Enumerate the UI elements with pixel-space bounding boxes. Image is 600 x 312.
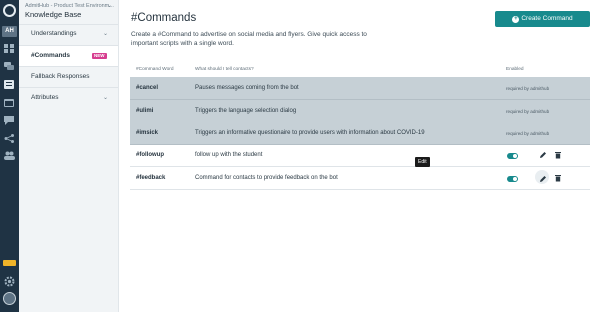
- chevron-down-icon[interactable]: ⌄: [107, 2, 112, 9]
- org-name[interactable]: AdmitHub - Product Test Environm...: [25, 3, 114, 9]
- create-command-button[interactable]: + Create Command: [495, 11, 590, 27]
- command-word: #feedback: [136, 175, 166, 181]
- create-command-label: Create Command: [521, 15, 573, 22]
- workspace-badge[interactable]: AH: [2, 26, 17, 37]
- table-row[interactable]: #imsick Triggers an informative question…: [130, 122, 590, 145]
- chat-bubble-logo-icon[interactable]: [3, 4, 16, 17]
- chevron-down-icon[interactable]: ⌄: [103, 88, 108, 108]
- sidebar-item-commands[interactable]: #Commands NEW: [19, 46, 118, 66]
- trash-icon[interactable]: [554, 174, 562, 182]
- command-word: #followup: [136, 152, 164, 158]
- table-header: #Command Word What should I tell contact…: [130, 66, 590, 76]
- knowledge-base-icon[interactable]: [4, 80, 15, 89]
- conversations-icon[interactable]: [4, 62, 15, 71]
- section-title: Knowledge Base: [25, 10, 82, 19]
- knowledge-base-sidebar: AdmitHub - Product Test Environm... ⌄ Kn…: [19, 0, 119, 312]
- table-row[interactable]: #feedback Command for contacts to provid…: [130, 167, 590, 190]
- command-description: Triggers the language selection dialog: [195, 108, 297, 114]
- edit-tooltip: Edit: [415, 157, 430, 167]
- chevron-down-icon[interactable]: ⌄: [103, 24, 108, 44]
- status-text: required by admithub: [506, 109, 550, 114]
- trash-icon[interactable]: [554, 151, 562, 159]
- icon-rail: AH: [0, 0, 19, 312]
- command-word: #cancel: [136, 85, 159, 91]
- plus-icon: +: [512, 16, 520, 23]
- column-header-what: What should I tell contacts?: [195, 67, 254, 72]
- gear-icon[interactable]: [4, 274, 15, 287]
- command-description: Pauses messages coming from the bot: [195, 85, 299, 91]
- page-title: #Commands: [131, 12, 197, 24]
- dashboard-icon[interactable]: [4, 44, 15, 53]
- sidebar-item-understandings[interactable]: Understandings ⌄: [19, 24, 118, 44]
- table-row[interactable]: #cancel Pauses messages coming from the …: [130, 77, 590, 100]
- enabled-toggle[interactable]: [507, 153, 518, 159]
- avatar[interactable]: [3, 292, 16, 305]
- new-badge: NEW: [92, 53, 107, 59]
- messages-icon[interactable]: [4, 116, 15, 125]
- sidebar-item-label: Understandings: [31, 30, 77, 37]
- command-word: #imsick: [136, 130, 159, 136]
- sidebar-item-fallback-responses[interactable]: Fallback Responses: [19, 67, 118, 87]
- column-header-enabled: Enabled: [506, 67, 524, 72]
- command-description: Triggers an informative questionaire to …: [195, 130, 425, 136]
- command-word: #ulimi: [136, 108, 154, 114]
- sidebar-item-label: #Commands: [31, 52, 71, 59]
- status-text: required by admithub: [506, 86, 550, 91]
- calendar-icon[interactable]: [4, 98, 15, 107]
- sidebar-item-attributes[interactable]: Attributes ⌄: [19, 88, 118, 108]
- table-row[interactable]: #followup follow up with the student: [130, 144, 590, 167]
- edit-pencil-icon[interactable]: [539, 151, 547, 159]
- table-row[interactable]: #ulimi Triggers the language selection d…: [130, 100, 590, 123]
- status-text: required by admithub: [506, 131, 550, 136]
- sidebar-item-label: Attributes: [31, 94, 59, 101]
- enabled-toggle[interactable]: [507, 176, 518, 182]
- share-icon[interactable]: [4, 134, 15, 143]
- command-description: Command for contacts to provide feedback…: [195, 175, 338, 181]
- commands-page: #Commands + Create Command Create a #Comm…: [120, 0, 600, 312]
- column-header-word: #Command Word: [136, 67, 174, 72]
- beta-badge: [3, 260, 16, 266]
- command-description: follow up with the student: [195, 152, 263, 158]
- contacts-icon[interactable]: [4, 151, 15, 160]
- page-description: Create a #Command to advertise on social…: [131, 31, 367, 47]
- edit-pencil-icon[interactable]: [539, 175, 547, 183]
- sidebar-item-label: Fallback Responses: [31, 73, 90, 80]
